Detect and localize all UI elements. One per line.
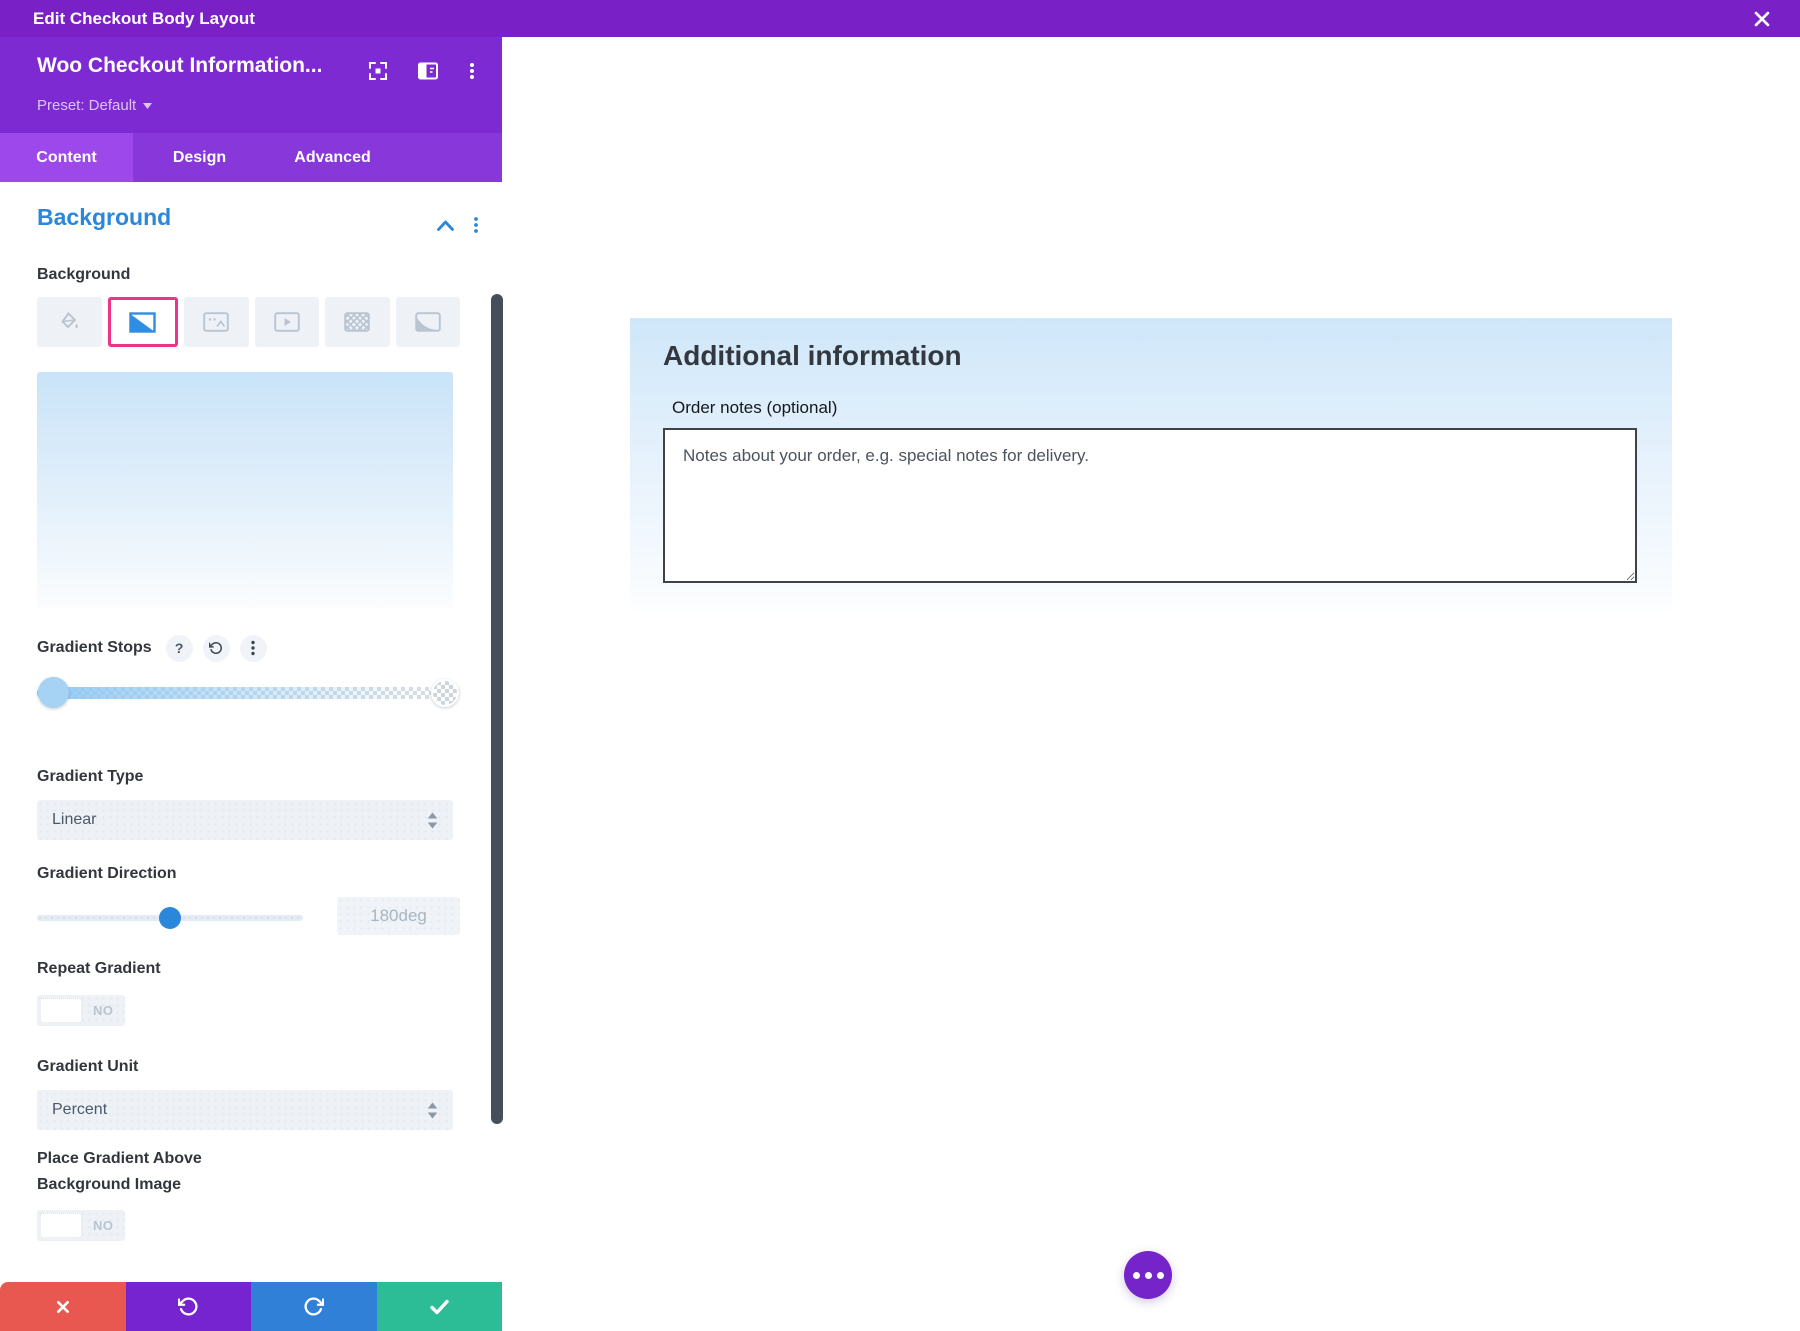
bg-type-mask-button[interactable] xyxy=(396,297,461,347)
select-arrows-icon xyxy=(427,812,438,829)
tab-content[interactable]: Content xyxy=(0,133,133,182)
discard-button[interactable] xyxy=(0,1282,126,1331)
tab-bar: Content Design Advanced xyxy=(0,133,502,182)
gradient-stops-header: Gradient Stops ? xyxy=(37,634,267,662)
section-menu-button[interactable] xyxy=(464,213,488,237)
kebab-menu-icon xyxy=(468,216,484,234)
order-notes-label: Order notes (optional) xyxy=(672,398,837,418)
ellipsis-icon xyxy=(1133,1272,1140,1279)
undo-icon xyxy=(178,1296,199,1317)
gradient-icon xyxy=(129,312,156,333)
tab-design[interactable]: Design xyxy=(133,133,266,182)
bg-type-pattern-button[interactable] xyxy=(325,297,390,347)
toggle-knob xyxy=(40,1213,82,1238)
gradient-unit-label: Gradient Unit xyxy=(37,1058,138,1076)
place-gradient-above-toggle[interactable]: NO xyxy=(37,1210,125,1241)
order-notes-textarea[interactable] xyxy=(663,428,1637,583)
repeat-gradient-label: Repeat Gradient xyxy=(37,960,161,978)
gradient-stop-handle-start[interactable] xyxy=(38,677,69,708)
slider-knob[interactable] xyxy=(159,907,181,929)
check-icon xyxy=(430,1299,449,1315)
bg-type-color-button[interactable] xyxy=(37,297,102,347)
gradient-direction-input[interactable]: 180deg xyxy=(337,897,460,935)
panel-scrollbar-thumb[interactable] xyxy=(491,294,503,1124)
reset-button[interactable] xyxy=(203,635,230,662)
toggle-state-text: NO xyxy=(93,1218,114,1233)
color-bucket-icon xyxy=(57,310,81,334)
bg-type-gradient-button[interactable] xyxy=(108,297,179,347)
gradient-type-select[interactable]: Linear xyxy=(37,800,453,840)
mask-icon xyxy=(415,312,441,332)
toggle-knob xyxy=(40,998,82,1023)
pattern-icon xyxy=(344,312,370,332)
panel-action-bar xyxy=(0,1282,502,1331)
kebab-menu-icon xyxy=(461,60,483,82)
gradient-stops-track[interactable] xyxy=(37,687,460,699)
modal-title: Edit Checkout Body Layout xyxy=(33,9,255,29)
gradient-stops-slider[interactable] xyxy=(37,676,460,710)
save-button[interactable] xyxy=(377,1282,503,1331)
undo-icon xyxy=(209,641,223,655)
gradient-preview xyxy=(37,372,453,608)
bg-type-image-button[interactable] xyxy=(184,297,249,347)
collapse-section-button[interactable] xyxy=(433,213,457,237)
bg-type-video-button[interactable] xyxy=(255,297,320,347)
gradient-type-label: Gradient Type xyxy=(37,768,143,786)
toggle-state-text: NO xyxy=(93,1003,114,1018)
options-menu-button[interactable] xyxy=(240,635,267,662)
gradient-stops-label: Gradient Stops xyxy=(37,639,152,657)
focus-module-button[interactable] xyxy=(364,57,392,85)
gradient-direction-label: Gradient Direction xyxy=(37,865,177,883)
page-canvas: Additional information Order notes (opti… xyxy=(502,37,1800,1331)
panel-header: Woo Checkout Information... xyxy=(0,37,502,133)
gradient-unit-select[interactable]: Percent xyxy=(37,1090,453,1130)
video-icon xyxy=(274,312,300,332)
gradient-stop-handle-end[interactable] xyxy=(431,679,459,707)
tab-advanced[interactable]: Advanced xyxy=(266,133,399,182)
close-button[interactable] xyxy=(1742,0,1782,37)
module-title: Woo Checkout Information... xyxy=(37,54,322,78)
redo-icon xyxy=(303,1296,324,1317)
builder-options-button[interactable] xyxy=(1124,1251,1172,1299)
close-icon xyxy=(55,1299,71,1315)
help-button[interactable]: ? xyxy=(166,635,193,662)
modal-titlebar: Edit Checkout Body Layout xyxy=(0,0,1800,37)
question-icon: ? xyxy=(175,640,184,656)
caret-down-icon xyxy=(143,103,152,109)
select-arrows-icon xyxy=(427,1102,438,1119)
additional-information-section[interactable]: Additional information Order notes (opti… xyxy=(630,318,1672,612)
panel-position-button[interactable] xyxy=(414,57,442,85)
background-field-label: Background xyxy=(37,266,130,284)
preset-label: Preset: Default xyxy=(37,97,136,114)
background-type-switcher xyxy=(37,297,460,347)
settings-panel: Woo Checkout Information... xyxy=(0,37,502,1331)
repeat-gradient-toggle[interactable]: NO xyxy=(37,995,125,1026)
focus-icon xyxy=(366,59,390,83)
undo-button[interactable] xyxy=(126,1282,252,1331)
background-section-title: Background xyxy=(37,204,171,231)
gradient-direction-slider[interactable] xyxy=(37,897,303,937)
close-icon xyxy=(1751,8,1773,30)
kebab-menu-icon xyxy=(246,640,260,656)
additional-information-heading: Additional information xyxy=(663,340,962,372)
gradient-direction-value: 180deg xyxy=(370,906,427,926)
redo-button[interactable] xyxy=(251,1282,377,1331)
sidebar-layout-icon xyxy=(416,59,440,83)
preset-selector[interactable]: Preset: Default xyxy=(37,97,152,114)
gradient-unit-value: Percent xyxy=(52,1101,107,1119)
place-gradient-above-label: Place Gradient Above Background Image xyxy=(37,1146,252,1198)
gradient-type-value: Linear xyxy=(52,811,96,829)
panel-menu-button[interactable] xyxy=(458,57,486,85)
chevron-up-icon xyxy=(436,219,455,232)
image-icon xyxy=(203,312,229,332)
